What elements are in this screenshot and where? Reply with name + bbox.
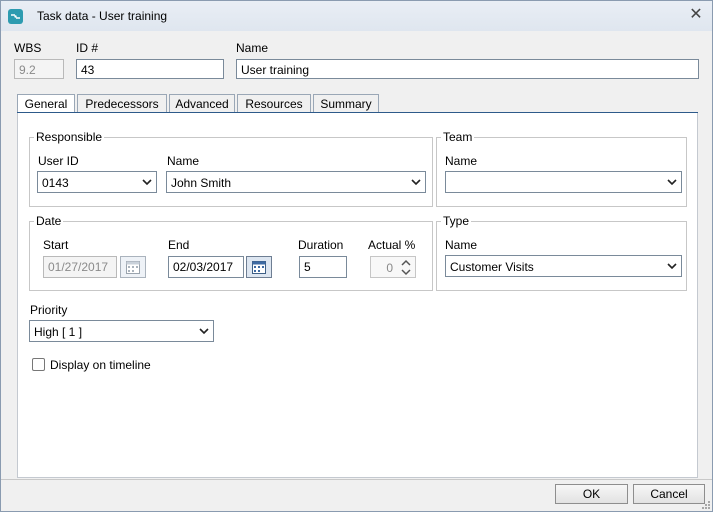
footer-divider <box>1 479 712 480</box>
user-id-select[interactable]: 0143 <box>37 171 157 193</box>
priority-label: Priority <box>30 303 68 317</box>
wbs-field: 9.2 <box>14 59 64 79</box>
resize-grip-icon[interactable] <box>701 500 711 510</box>
calendar-icon <box>252 261 266 274</box>
chevron-down-icon[interactable] <box>400 268 412 276</box>
tab-advanced[interactable]: Advanced <box>169 94 235 113</box>
actual-percent-label: Actual % <box>368 238 416 252</box>
actual-percent-value: 0 <box>386 261 393 275</box>
responsible-group: Responsible User ID 0143 Name John Smith <box>29 130 433 207</box>
tab-resources[interactable]: Resources <box>237 94 311 113</box>
chevron-down-icon <box>199 328 209 335</box>
end-date-field[interactable]: 02/03/2017 <box>168 256 244 278</box>
close-icon[interactable]: ✕ <box>688 7 704 23</box>
app-icon <box>8 9 23 24</box>
ok-button[interactable]: OK <box>555 484 628 504</box>
user-id-label: User ID <box>38 154 79 168</box>
type-name-value: Customer Visits <box>450 260 534 274</box>
cancel-button[interactable]: Cancel <box>633 484 705 504</box>
responsible-group-title: Responsible <box>34 130 105 144</box>
priority-value: High [ 1 ] <box>34 325 83 339</box>
duration-field[interactable]: 5 <box>299 256 347 278</box>
team-group: Team Name <box>436 130 687 207</box>
actual-percent-stepper[interactable]: 0 <box>370 256 416 278</box>
type-name-select[interactable]: Customer Visits <box>445 255 682 277</box>
start-date-field: 01/27/2017 <box>43 256 117 278</box>
end-label: End <box>168 238 190 252</box>
responsible-name-select[interactable]: John Smith <box>166 171 426 193</box>
start-label: Start <box>43 238 69 252</box>
responsible-name-label: Name <box>167 154 200 168</box>
display-on-timeline-checkbox[interactable] <box>32 358 45 371</box>
chevron-down-icon <box>667 263 677 270</box>
display-on-timeline-label[interactable]: Display on timeline <box>50 358 151 372</box>
date-group: Date Start 01/27/2017 End 02/03/2017 Dur… <box>29 214 433 291</box>
wbs-label: WBS <box>14 41 42 55</box>
tab-general[interactable]: General <box>17 94 75 114</box>
title-bar[interactable]: Task data - User training ✕ <box>1 1 712 31</box>
calendar-icon <box>126 261 140 274</box>
chevron-down-icon <box>667 179 677 186</box>
type-group: Type Name Customer Visits <box>436 214 687 291</box>
team-name-label: Name <box>445 154 478 168</box>
type-name-label: Name <box>445 238 478 252</box>
priority-select[interactable]: High [ 1 ] <box>29 320 214 342</box>
task-data-dialog: Task data - User training ✕ WBS 9.2 ID #… <box>0 0 713 512</box>
tab-predecessors[interactable]: Predecessors <box>77 94 167 113</box>
team-name-select[interactable] <box>445 171 682 193</box>
id-label: ID # <box>76 41 99 55</box>
general-tab-panel: Responsible User ID 0143 Name John Smith… <box>17 113 698 478</box>
responsible-name-value: John Smith <box>171 176 232 190</box>
duration-label: Duration <box>298 238 344 252</box>
window-title: Task data - User training <box>37 9 168 23</box>
chevron-down-icon <box>142 179 152 186</box>
chevron-down-icon <box>411 179 421 186</box>
name-label: Name <box>236 41 269 55</box>
team-group-title: Team <box>441 130 475 144</box>
chevron-up-icon[interactable] <box>400 259 412 267</box>
user-id-value: 0143 <box>42 176 69 190</box>
name-field[interactable]: User training <box>236 59 699 79</box>
end-calendar-button[interactable] <box>246 256 272 278</box>
type-group-title: Type <box>441 214 472 228</box>
date-group-title: Date <box>34 214 64 228</box>
tab-summary[interactable]: Summary <box>313 94 379 113</box>
start-calendar-button[interactable] <box>120 256 146 278</box>
id-field[interactable]: 43 <box>76 59 224 79</box>
